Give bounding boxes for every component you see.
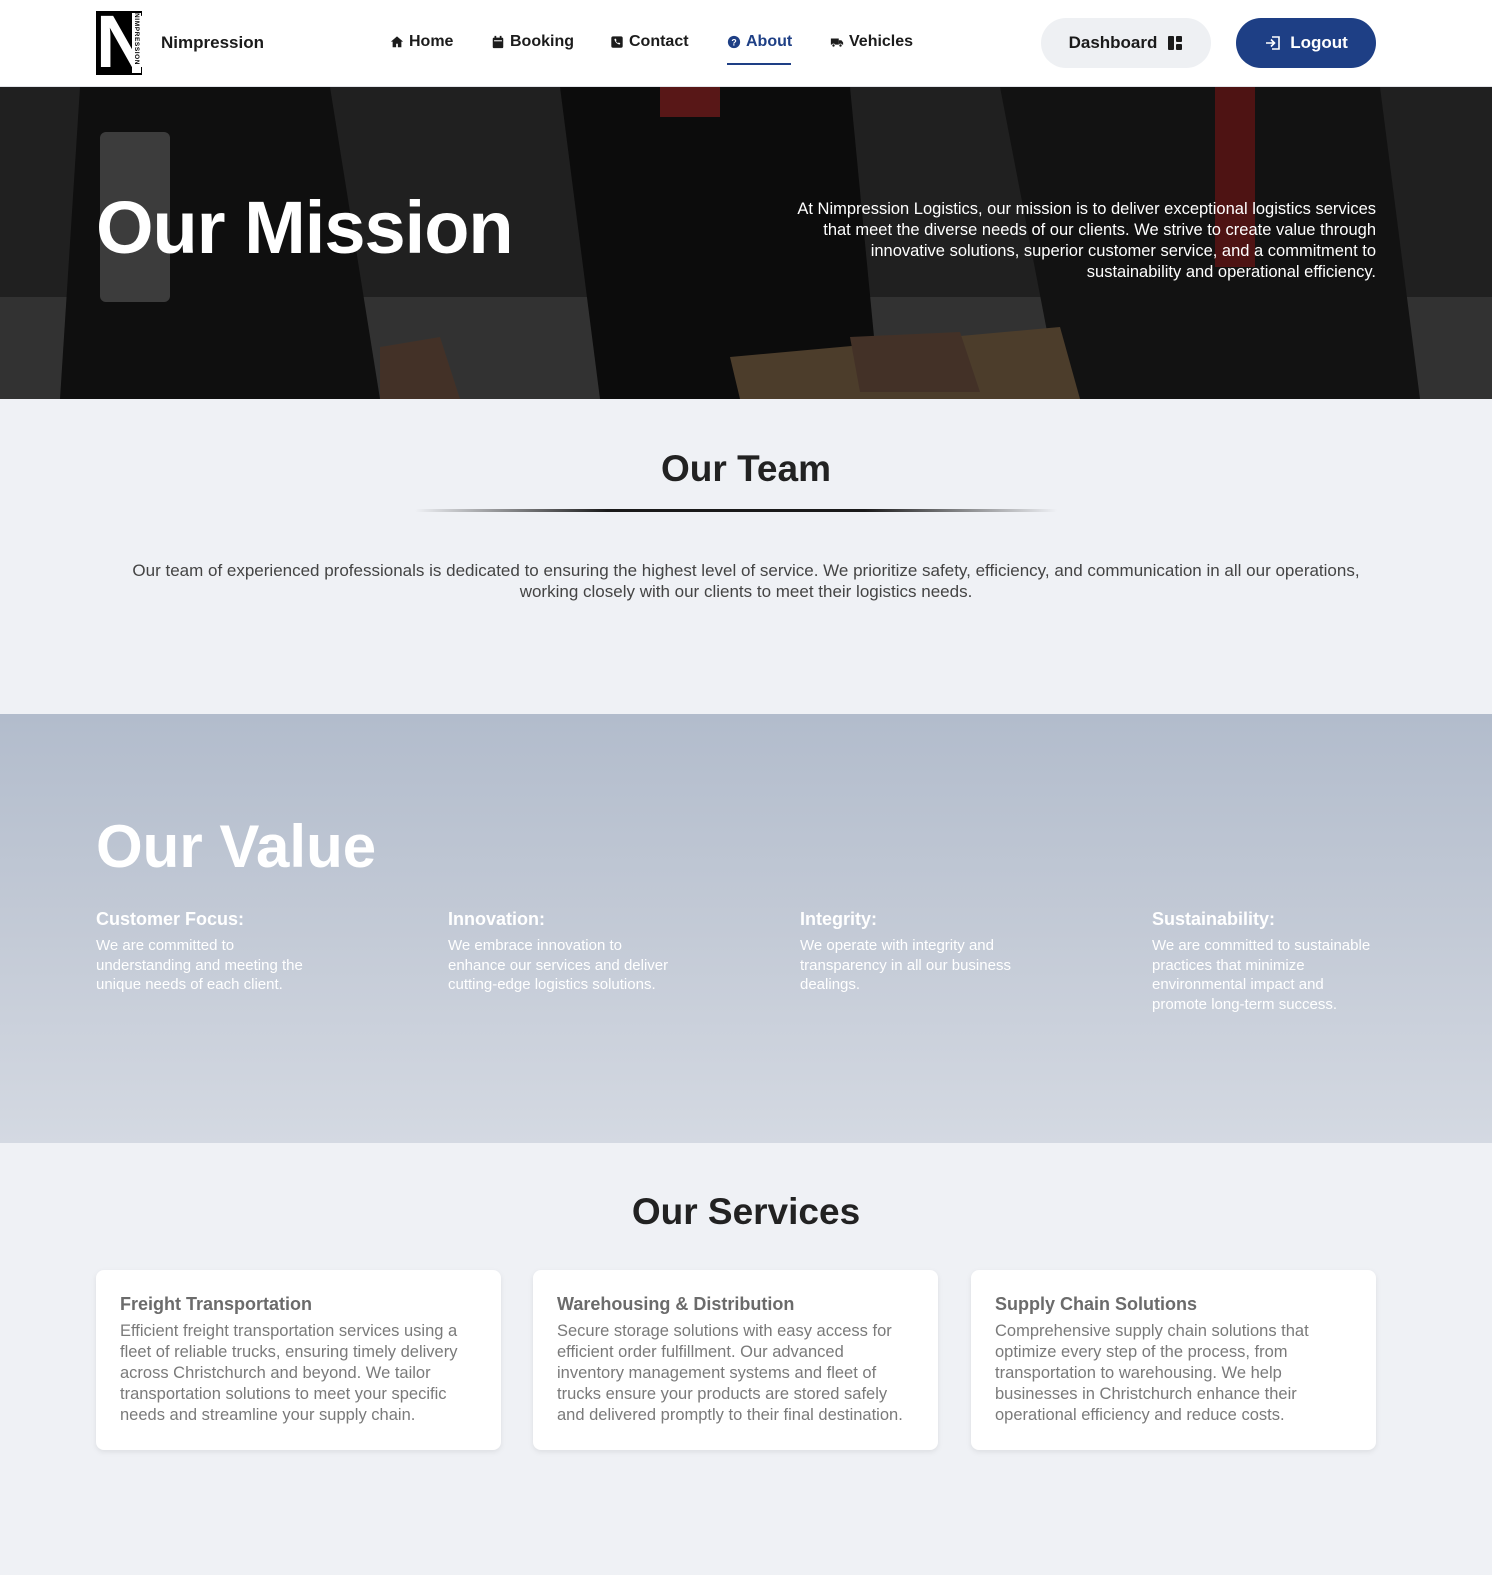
service-card-warehousing: Warehousing & Distribution Secure storag…: [533, 1270, 938, 1450]
dashboard-button[interactable]: Dashboard: [1041, 18, 1211, 68]
phone-icon: [611, 36, 623, 48]
service-card-text: Comprehensive supply chain solutions tha…: [995, 1322, 1309, 1424]
mission-title: Our Mission: [96, 186, 514, 269]
mission-hero: Our Mission At Nimpression Logistics, ou…: [0, 87, 1492, 399]
service-card-title: Freight Transportation: [120, 1294, 313, 1314]
service-card-text: Secure storage solutions with easy acces…: [557, 1322, 903, 1424]
value-item-text: We embrace innovation to enhance our ser…: [448, 937, 669, 993]
value-item-title: Integrity:: [800, 909, 878, 929]
team-text: Our team of experienced professionals is…: [132, 561, 1360, 601]
nav-home[interactable]: Home: [390, 33, 453, 51]
value-item-innovation: Innovation: We embrace innovation to enh…: [448, 909, 678, 995]
brand-name[interactable]: Nimpression: [161, 33, 264, 53]
value-item-title: Customer Focus:: [96, 909, 245, 929]
logout-icon: [1266, 36, 1281, 50]
service-card-freight: Freight Transportation Efficient freight…: [96, 1270, 501, 1450]
site-header: N NIMPRESSION Nimpression Home Booking C…: [0, 0, 1492, 87]
nav-contact[interactable]: Contact: [610, 33, 689, 51]
logout-button[interactable]: Logout: [1236, 18, 1376, 68]
value-item-title: Sustainability:: [1152, 909, 1276, 929]
values-title: Our Value: [96, 813, 377, 880]
value-item-text: We operate with integrity and transparen…: [800, 937, 1011, 993]
truck-icon: [830, 38, 844, 48]
nav-home-label: Home: [409, 33, 454, 50]
nav-vehicles-label: Vehicles: [849, 33, 914, 50]
nav-booking-label: Booking: [510, 33, 574, 50]
mission-text: At Nimpression Logistics, our mission is…: [797, 200, 1376, 281]
nav-booking[interactable]: Booking: [491, 33, 574, 51]
value-item-sustainability: Sustainability: We are committed to sust…: [1152, 909, 1382, 1014]
value-item-text: We are committed to understanding and me…: [96, 937, 303, 993]
services-title: Our Services: [631, 1191, 861, 1232]
nav-vehicles[interactable]: Vehicles: [830, 33, 913, 51]
nav-contact-label: Contact: [629, 33, 689, 50]
calendar-icon: [492, 35, 504, 49]
question-circle-icon: ?: [727, 35, 741, 49]
active-nav-underline: [727, 63, 791, 65]
service-card-supply-chain: Supply Chain Solutions Comprehensive sup…: [971, 1270, 1376, 1450]
service-card-title: Warehousing & Distribution: [557, 1294, 795, 1314]
service-card-title: Supply Chain Solutions: [995, 1294, 1197, 1314]
team-divider: [415, 509, 1057, 512]
service-card-text: Efficient freight transportation service…: [120, 1322, 458, 1424]
logo-vertical-text: NIMPRESSION: [133, 13, 140, 66]
value-item-title: Innovation:: [448, 909, 545, 929]
logout-label: Logout: [1290, 33, 1348, 52]
home-icon: [390, 36, 404, 48]
team-title: Our Team: [661, 448, 831, 489]
value-item-customer-focus: Customer Focus: We are committed to unde…: [96, 909, 326, 995]
value-item-integrity: Integrity: We operate with integrity and…: [800, 909, 1030, 995]
dashboard-icon: [1168, 36, 1183, 50]
nav-about[interactable]: ? About: [727, 33, 792, 51]
dashboard-label: Dashboard: [1068, 33, 1158, 52]
nav-about-label: About: [746, 33, 793, 50]
values-section: Our Value Customer Focus: We are committ…: [0, 714, 1492, 1143]
brand-logo[interactable]: N NIMPRESSION: [96, 11, 142, 75]
svg-text:?: ?: [731, 38, 736, 48]
value-item-text: We are committed to sustainable practice…: [1152, 937, 1371, 1013]
